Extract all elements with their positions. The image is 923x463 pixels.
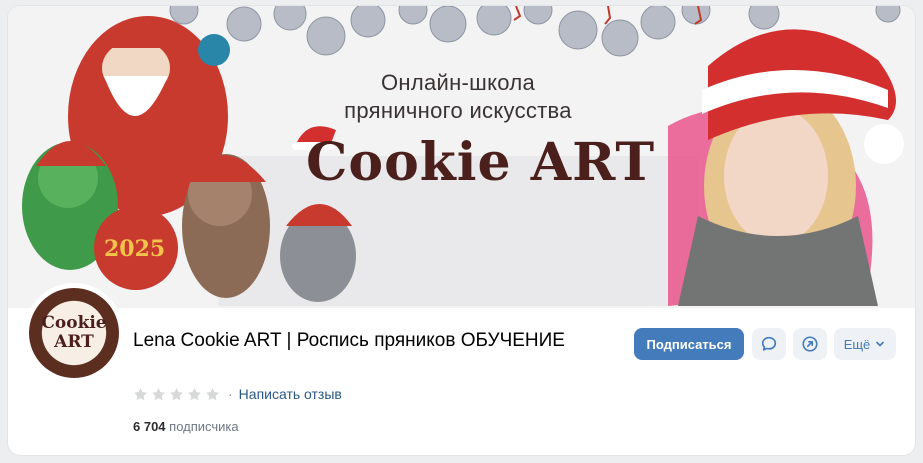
cover-caption: Онлайн-школа пряничного искусства [298, 70, 618, 124]
star-icon[interactable] [205, 387, 220, 402]
avatar-logo-line2: ART [54, 332, 94, 352]
community-avatar[interactable]: Cookie ART [24, 283, 124, 383]
chevron-down-icon [876, 341, 885, 347]
avatar-logo-line1: Cookie [41, 313, 107, 333]
cover-subtitle-line1: Онлайн-школа [380, 70, 536, 95]
more-dropdown-button[interactable]: Ещё [834, 328, 896, 360]
subscribe-button[interactable]: Подписаться [634, 328, 744, 360]
community-header-card: 2025 Онлайн-школа пряничного искусства C… [8, 6, 915, 455]
star-icon[interactable] [187, 387, 202, 402]
subscriber-number: 6 704 [133, 419, 166, 434]
community-title: Lena Cookie ART | Роспись пряников ОБУЧЕ… [133, 330, 565, 351]
star-icon[interactable] [169, 387, 184, 402]
star-icon[interactable] [133, 387, 148, 402]
more-label: Ещё [843, 336, 871, 352]
message-button[interactable] [752, 328, 786, 360]
ornament-year: 2025 [104, 236, 165, 262]
subscriber-count[interactable]: 6 704 подписчика [133, 419, 239, 434]
write-review-link[interactable]: Написать отзыв [239, 386, 342, 402]
share-button[interactable] [793, 328, 827, 360]
separator-dot: · [228, 386, 233, 402]
cover-subtitle-line2: пряничного искусства [344, 98, 572, 123]
cover-image: 2025 Онлайн-школа пряничного искусства C… [8, 6, 915, 308]
message-icon [761, 336, 777, 351]
avatar-logo: Cookie ART [29, 288, 119, 378]
share-icon [802, 336, 818, 352]
subscriber-label: подписчика [169, 419, 239, 434]
rating-row: · Написать отзыв [133, 386, 342, 402]
cover-logo-text: Cookie ART [306, 132, 656, 193]
star-icon[interactable] [151, 387, 166, 402]
